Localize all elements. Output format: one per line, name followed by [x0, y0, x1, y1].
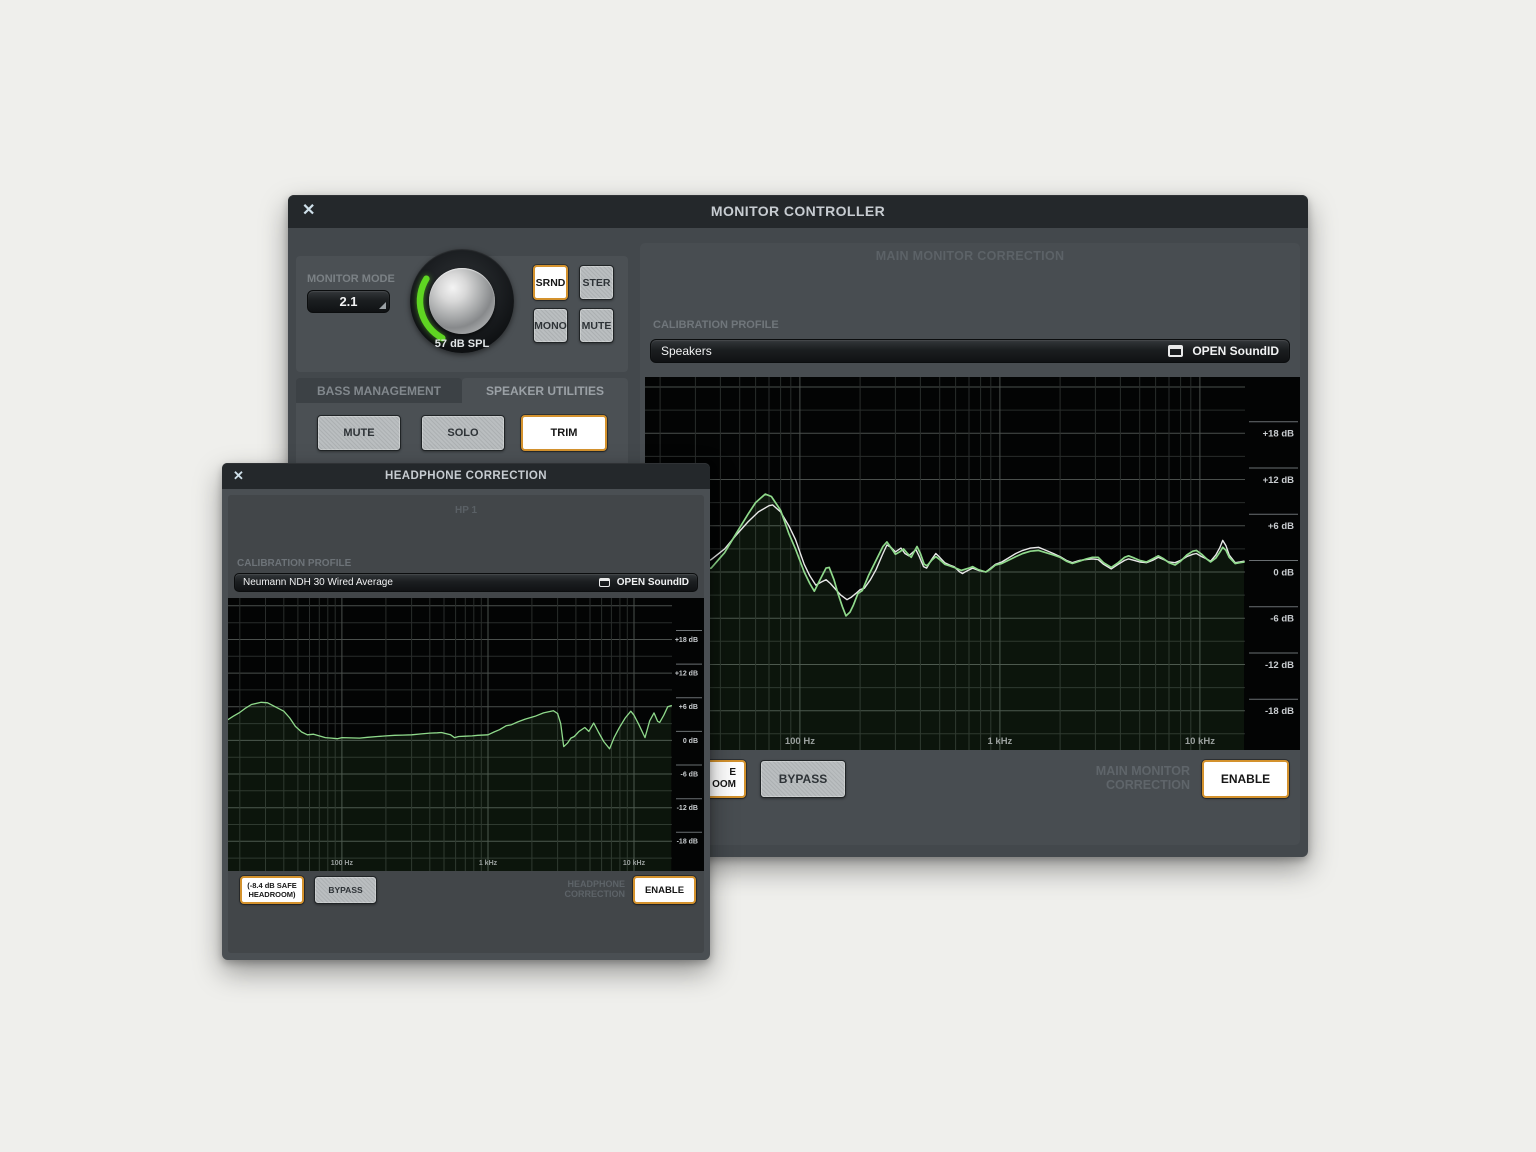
svg-text:1 kHz: 1 kHz: [987, 736, 1012, 747]
speakers-profile-dropdown[interactable]: Speakers OPEN SoundID: [650, 339, 1290, 363]
mode-button-ster[interactable]: STER: [579, 265, 614, 300]
open-soundid-button[interactable]: OPEN SoundID: [1168, 344, 1279, 358]
knob-cap: [429, 268, 495, 334]
safe-headroom-button[interactable]: (-8.4 dB SAFE HEADROOM): [240, 876, 304, 904]
monitor-mode-label: MONITOR MODE: [307, 273, 395, 285]
main-bypass-button[interactable]: BYPASS: [760, 760, 846, 798]
svg-text:1 kHz: 1 kHz: [479, 860, 498, 867]
mode-button-srnd[interactable]: SRND: [533, 265, 568, 300]
svg-text:10 kHz: 10 kHz: [1185, 736, 1215, 747]
profile-value: Neumann NDH 30 Wired Average: [243, 577, 393, 588]
monitor-controller-titlebar: ✕ MONITOR CONTROLLER: [288, 195, 1308, 228]
svg-text:-18 dB: -18 dB: [677, 839, 698, 846]
dropdown-corner-icon: [379, 302, 386, 309]
main-monitor-correction-caption: MAIN MONITOR CORRECTION: [1096, 765, 1190, 793]
caption-line2: CORRECTION: [1106, 778, 1190, 792]
safe-headroom-line2: OOM: [712, 779, 736, 790]
main-enable-button[interactable]: ENABLE: [1202, 760, 1289, 798]
caption-line2: CORRECTION: [565, 889, 626, 899]
open-soundid-button[interactable]: OPEN SoundID: [599, 577, 689, 588]
speaker-tabs: BASS MANAGEMENT SPEAKER UTILITIES: [296, 378, 628, 403]
speaker-mute-button[interactable]: MUTE: [317, 415, 401, 451]
spl-value: 57 dB SPL: [410, 338, 514, 350]
profile-value: Speakers: [661, 344, 712, 358]
open-window-icon: [599, 578, 610, 587]
open-window-icon: [1168, 345, 1183, 357]
svg-text:100 Hz: 100 Hz: [785, 736, 815, 747]
svg-text:100 Hz: 100 Hz: [331, 860, 354, 867]
headphone-titlebar: ✕ HEADPHONE CORRECTION: [222, 463, 710, 489]
mode-button-mono[interactable]: MONO: [533, 308, 568, 343]
svg-text:0 dB: 0 dB: [1273, 567, 1294, 578]
headphone-title: HEADPHONE CORRECTION: [222, 470, 710, 482]
svg-text:-18 dB: -18 dB: [1265, 706, 1294, 717]
speaker-trim-button[interactable]: TRIM: [521, 415, 607, 451]
svg-text:+18 dB: +18 dB: [675, 637, 698, 644]
open-soundid-label: OPEN SoundID: [1192, 344, 1279, 358]
svg-text:-6 dB: -6 dB: [681, 772, 699, 779]
svg-text:+12 dB: +12 dB: [675, 671, 698, 678]
svg-text:-6 dB: -6 dB: [1270, 614, 1294, 625]
tab-speaker-utilities[interactable]: SPEAKER UTILITIES: [462, 378, 628, 403]
svg-text:0 dB: 0 dB: [683, 738, 698, 745]
safe-headroom-line2: HEADROOM): [248, 890, 295, 899]
monitor-mode-dropdown[interactable]: 2.1: [307, 290, 390, 313]
calibration-profile-label: CALIBRATION PROFILE: [653, 319, 779, 331]
main-monitor-correction-title: MAIN MONITOR CORRECTION: [640, 249, 1300, 263]
main-monitor-correction-panel: MAIN MONITOR CORRECTION CALIBRATION PROF…: [640, 243, 1300, 845]
speaker-solo-button[interactable]: SOLO: [421, 415, 505, 451]
volume-knob[interactable]: 57 dB SPL: [410, 249, 514, 353]
headphone-correction-caption: HEADPHONE CORRECTION: [565, 880, 626, 900]
safe-headroom-line1: (-8.4 dB SAFE: [247, 881, 297, 890]
open-soundid-label: OPEN SoundID: [617, 577, 689, 588]
caption-line1: MAIN MONITOR: [1096, 764, 1190, 778]
caption-line1: HEADPHONE: [567, 879, 625, 889]
headphone-enable-button[interactable]: ENABLE: [633, 876, 696, 904]
safe-headroom-line1: E: [729, 767, 736, 778]
svg-text:10 kHz: 10 kHz: [623, 860, 646, 867]
svg-text:+12 dB: +12 dB: [1263, 475, 1295, 486]
mode-button-mute[interactable]: MUTE: [579, 308, 614, 343]
svg-text:+18 dB: +18 dB: [1263, 429, 1295, 440]
headphone-correction-window: ✕ HEADPHONE CORRECTION HP 1 CALIBRATION …: [222, 463, 710, 960]
headphone-profile-dropdown[interactable]: Neumann NDH 30 Wired Average OPEN SoundI…: [234, 573, 698, 592]
monitor-controller-title: MONITOR CONTROLLER: [288, 203, 1308, 219]
monitor-mode-value: 2.1: [339, 294, 357, 309]
tab-bass-management[interactable]: BASS MANAGEMENT: [296, 378, 462, 403]
headphone-bypass-button[interactable]: BYPASS: [314, 876, 377, 904]
svg-text:+6 dB: +6 dB: [1268, 521, 1294, 532]
svg-text:-12 dB: -12 dB: [1265, 660, 1294, 671]
svg-text:-12 dB: -12 dB: [677, 805, 698, 812]
main-monitor-response-chart: 100 Hz 1 kHz 10 kHz +18 dB +12 dB +6 dB 0 dB -6…: [645, 377, 1300, 750]
svg-text:+6 dB: +6 dB: [679, 704, 698, 711]
headphone-response-chart: 100 Hz 1 kHz 10 kHz +18 dB +12 dB +6 dB 0 dB -6…: [228, 598, 704, 871]
calibration-profile-label: CALIBRATION PROFILE: [237, 558, 351, 569]
hp-channel-label: HP 1: [222, 505, 710, 516]
